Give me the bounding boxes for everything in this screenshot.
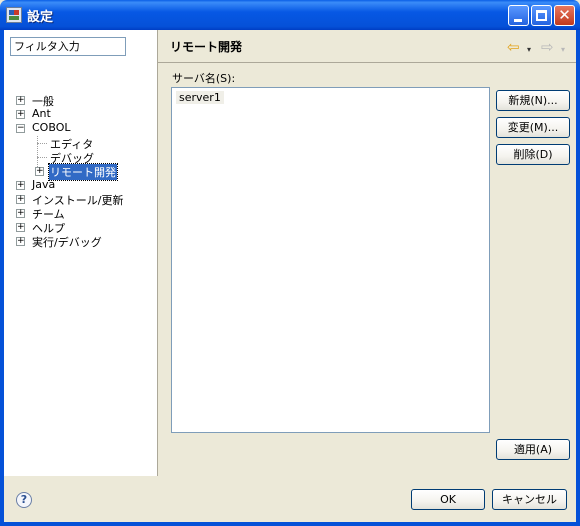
expand-icon[interactable]: + [16,110,25,119]
delete-button[interactable]: 削除(D) [496,144,570,165]
preferences-icon [6,7,22,23]
expand-icon[interactable]: + [16,181,25,190]
tree-connector [37,143,47,144]
cancel-button[interactable]: キャンセル [492,489,567,510]
tree-item-java[interactable]: Java [31,178,56,191]
apply-button[interactable]: 適用(A) [496,439,570,460]
help-icon[interactable]: ? [16,492,32,508]
tree-connector [37,157,47,158]
collapse-icon[interactable]: − [16,124,25,133]
maximize-icon [536,10,547,21]
back-arrow-icon[interactable]: ⇦ [507,40,520,55]
expand-icon[interactable]: + [16,209,25,218]
expand-icon[interactable]: + [16,195,25,204]
list-item[interactable]: server1 [176,91,224,104]
forward-dropdown-icon[interactable]: ▾ [561,43,565,57]
tree-item-ant[interactable]: Ant [31,107,52,120]
close-icon: ✕ [558,6,571,24]
window-title: 設定 [27,10,54,25]
page-title: リモート開発 [170,40,243,54]
filter-input[interactable]: フィルタ入力 [10,37,126,56]
new-button[interactable]: 新規(N)... [496,90,570,111]
title-bar: 設定 ✕ [0,0,580,30]
minimize-button[interactable] [508,5,529,26]
edit-button[interactable]: 変更(M)... [496,117,570,138]
preference-tree-panel: フィルタ入力 + 一般 + Ant − COBOL エディタ デバッグ + リモ… [4,30,158,476]
back-dropdown-icon[interactable]: ▾ [527,43,531,57]
expand-icon[interactable]: + [16,237,25,246]
close-button[interactable]: ✕ [554,5,575,26]
forward-arrow-icon[interactable]: ⇨ [541,40,554,55]
header-divider [158,62,576,63]
server-name-label: サーバ名(S): [172,72,236,85]
tree-item-cobol[interactable]: COBOL [31,121,71,134]
minimize-icon [514,19,522,22]
ok-button[interactable]: OK [411,489,485,510]
tree-item-remote-development[interactable]: リモート開発 [48,163,118,181]
expand-icon[interactable]: + [35,167,44,176]
expand-icon[interactable]: + [16,96,25,105]
tree-item-run-debug[interactable]: 実行/デバッグ [31,234,103,250]
server-list[interactable]: server1 [171,87,490,433]
expand-icon[interactable]: + [16,223,25,232]
maximize-button[interactable] [531,5,552,26]
